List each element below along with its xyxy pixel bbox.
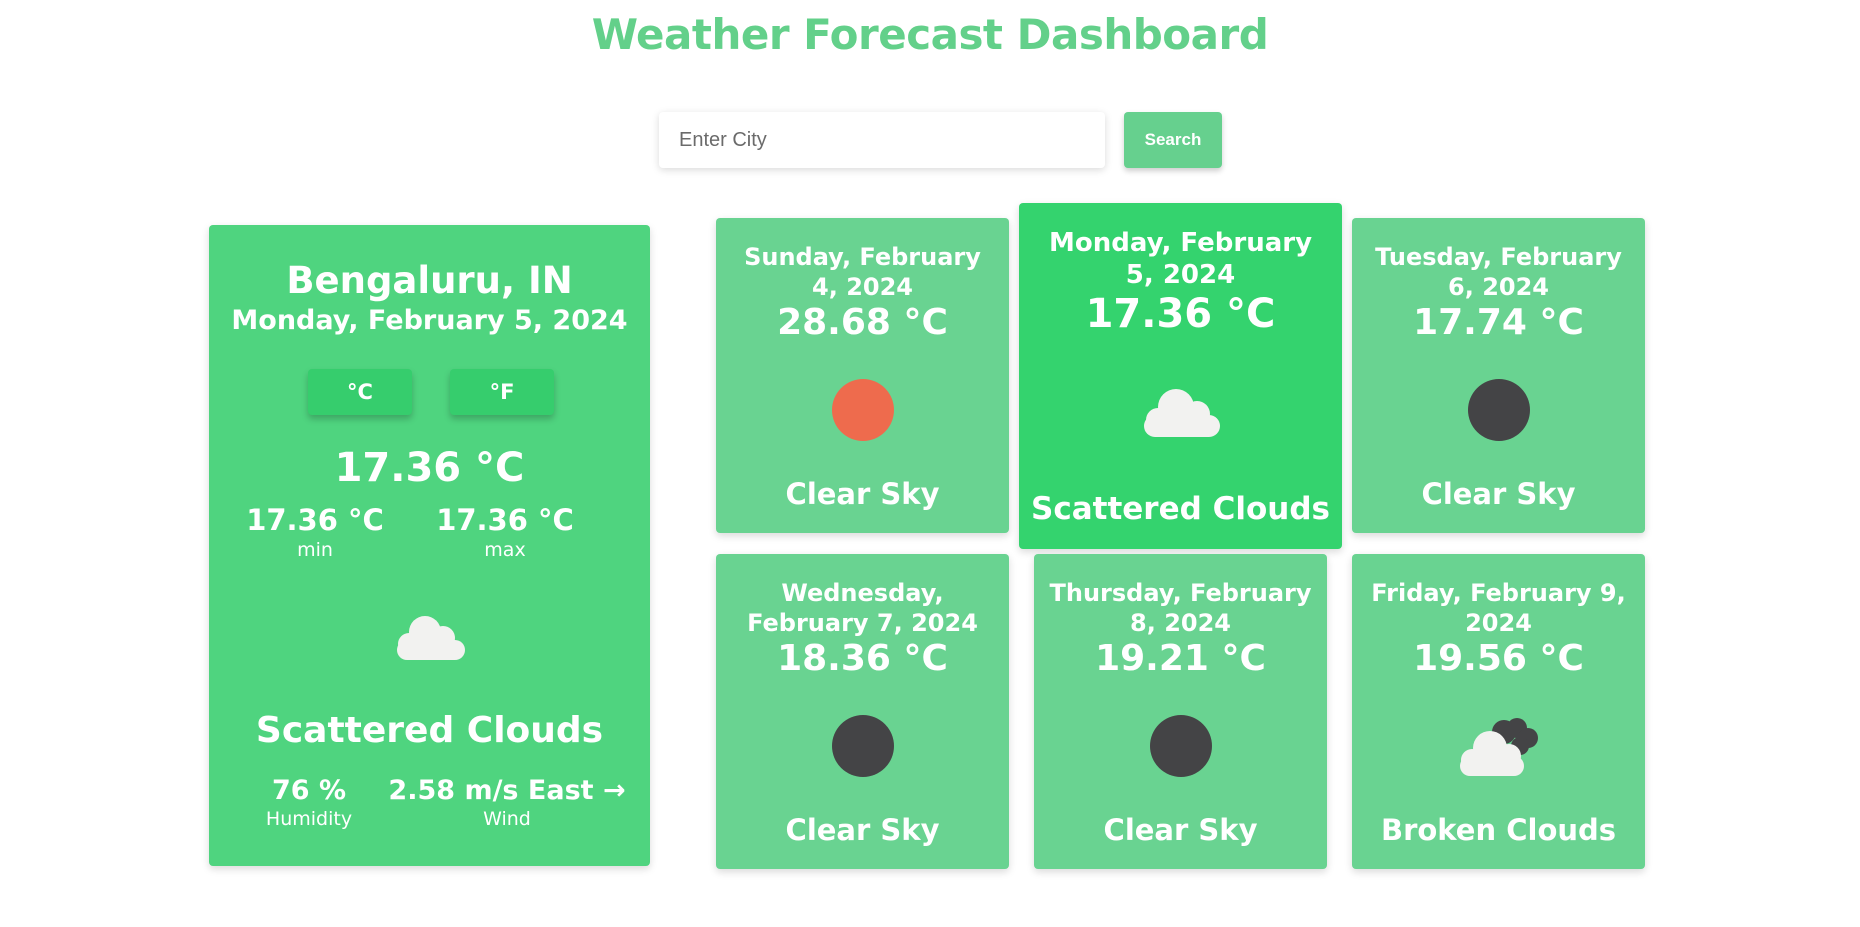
moon-icon (1454, 378, 1544, 442)
cloud-icon (389, 610, 469, 665)
celsius-button[interactable]: °C (308, 369, 412, 415)
moon-icon (818, 714, 908, 778)
page-title: Weather Forecast Dashboard (591, 10, 1269, 59)
city-search-input[interactable] (659, 112, 1105, 168)
min-temperature-label: min (297, 539, 333, 561)
max-temperature: 17.36 °C max (425, 503, 585, 561)
humidity-value: 76 % (271, 775, 347, 806)
search-button[interactable]: Search (1124, 112, 1222, 168)
min-temperature: 17.36 °C min (235, 503, 395, 561)
forecast-card-active[interactable]: Monday, February 5, 2024 17.36 °C Scatte… (1019, 203, 1342, 549)
sun-icon (818, 378, 908, 442)
forecast-temperature: 17.74 °C (1413, 302, 1584, 343)
forecast-date: Friday, February 9, 2024 (1371, 579, 1626, 637)
forecast-description: Scattered Clouds (1031, 491, 1330, 527)
current-date: Monday, February 5, 2024 (231, 305, 628, 336)
forecast-temperature: 19.21 °C (1095, 638, 1266, 679)
forecast-card[interactable]: Tuesday, February 6, 2024 17.74 °C Clear… (1352, 218, 1645, 533)
forecast-date: Tuesday, February 6, 2024 (1375, 243, 1622, 301)
forecast-card[interactable]: Friday, February 9, 2024 19.56 °C Broken… (1352, 554, 1645, 869)
wind-value: 2.58 m/s East → (388, 775, 626, 806)
wind-label: Wind (483, 808, 531, 830)
max-temperature-value: 17.36 °C (436, 503, 574, 537)
forecast-date: Monday, February 5, 2024 (1048, 228, 1313, 290)
forecast-temperature: 17.36 °C (1085, 291, 1276, 337)
forecast-date: Sunday, February 4, 2024 (744, 243, 981, 301)
forecast-temperature: 18.36 °C (777, 638, 948, 679)
current-temperature: 17.36 °C (334, 445, 525, 491)
forecast-date: Thursday, February 8, 2024 (1049, 579, 1312, 637)
forecast-card[interactable]: Sunday, February 4, 2024 28.68 °C Clear … (716, 218, 1009, 533)
forecast-description: Clear Sky (785, 477, 940, 511)
forecast-card[interactable]: Thursday, February 8, 2024 19.21 °C Clea… (1034, 554, 1327, 869)
forecast-temperature: 19.56 °C (1413, 638, 1584, 679)
forecast-temperature: 28.68 °C (777, 302, 948, 343)
humidity-stat: 76 % Humidity (249, 775, 369, 830)
forecast-date: Wednesday, February 7, 2024 (747, 579, 978, 637)
min-temperature-value: 17.36 °C (246, 503, 384, 537)
current-description: Scattered Clouds (255, 710, 604, 751)
current-weather-card: Bengaluru, IN Monday, February 5, 2024 °… (209, 225, 650, 866)
fahrenheit-button[interactable]: °F (450, 369, 554, 415)
forecast-description: Clear Sky (785, 813, 940, 847)
forecast-description: Broken Clouds (1380, 813, 1617, 847)
city-name: Bengaluru, IN (286, 259, 573, 302)
moon-icon (1136, 714, 1226, 778)
max-temperature-label: max (484, 539, 526, 561)
forecast-card[interactable]: Wednesday, February 7, 2024 18.36 °C Cle… (716, 554, 1009, 869)
forecast-description: Clear Sky (1103, 813, 1258, 847)
wind-stat: 2.58 m/s East → Wind (387, 775, 627, 830)
forecast-description: Clear Sky (1421, 477, 1576, 511)
cloud-icon (1136, 381, 1226, 445)
humidity-label: Humidity (265, 808, 353, 830)
broken-clouds-icon (1454, 714, 1544, 778)
weather-dashboard: Weather Forecast Dashboard Search Bengal… (0, 0, 1860, 927)
